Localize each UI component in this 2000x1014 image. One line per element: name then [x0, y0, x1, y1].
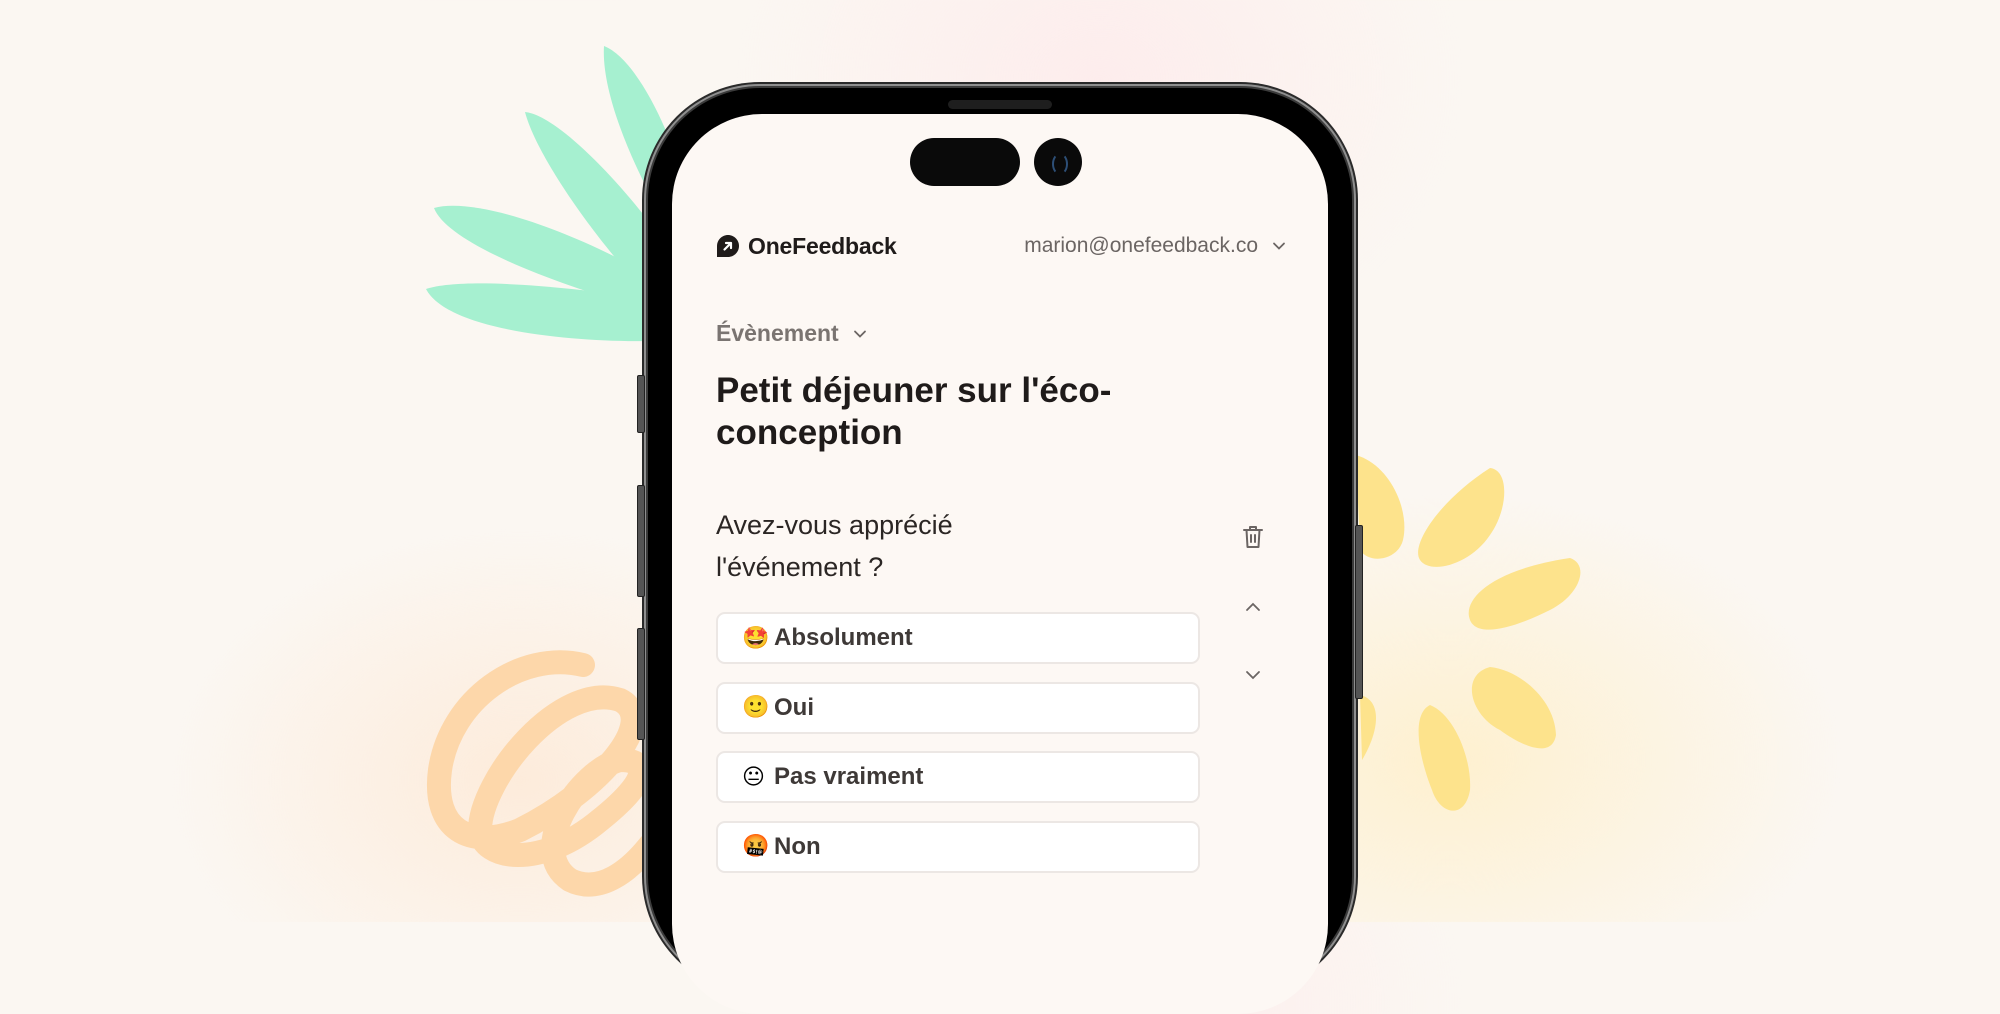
phone-frame: OneFeedback marion@onefeedback.co Évènem…: [637, 88, 1363, 1014]
move-down-button[interactable]: [1238, 660, 1268, 690]
delete-question-button[interactable]: [1238, 522, 1268, 552]
account-email: marion@onefeedback.co: [1024, 234, 1258, 257]
smiling-emoji-icon: 🙂: [742, 695, 770, 720]
option-absolument[interactable]: 🤩 Absolument: [716, 612, 1200, 664]
phone-speaker: [948, 100, 1052, 109]
brand-name: OneFeedback: [748, 232, 897, 259]
scribble-decoration: [426, 650, 662, 897]
category-label: Évènement: [716, 320, 839, 346]
option-oui[interactable]: 🙂 Oui: [716, 681, 1200, 734]
arrow-up-right-bubble-icon: [717, 235, 739, 257]
option-label: Absolument: [774, 624, 913, 651]
star-struck-emoji-icon: 🤩: [742, 625, 770, 651]
option-label: Non: [774, 832, 821, 860]
chevron-up-icon: [1246, 602, 1260, 611]
sun-decoration: [1356, 455, 1581, 811]
trash-icon: [1243, 526, 1263, 548]
chevron-down-icon: [1273, 242, 1285, 250]
question-text[interactable]: Avez-vous apprécié l'événement ?: [716, 504, 1036, 588]
phone-power-button: [1355, 525, 1363, 699]
dynamic-island: [910, 138, 1020, 186]
account-menu[interactable]: marion@onefeedback.co: [1024, 234, 1286, 258]
option-non[interactable]: 🤬 Non: [716, 820, 1200, 873]
phone-screen: OneFeedback marion@onefeedback.co Évènem…: [672, 114, 1328, 1014]
angry-emoji-icon: 🤬: [742, 834, 770, 859]
answer-options: 🤩 Absolument 🙂 Oui 😐 Pas vraiment 🤬 Non: [716, 612, 1200, 890]
phone-action-button: [637, 375, 645, 433]
app-header: OneFeedback marion@onefeedback.co: [716, 228, 1286, 264]
chevron-down-icon: [1246, 671, 1260, 680]
neutral-emoji-icon: 😐: [742, 764, 765, 790]
category-selector[interactable]: Évènement: [716, 320, 867, 347]
option-pas-vraiment[interactable]: 😐 Pas vraiment: [716, 751, 1200, 803]
front-camera: [1034, 138, 1082, 186]
option-label: Oui: [774, 693, 814, 721]
brand[interactable]: OneFeedback: [716, 233, 897, 260]
chevron-down-icon: [853, 330, 866, 338]
form-title: Petit déjeuner sur l'éco-conception: [716, 371, 1112, 452]
phone-volume-down-button: [637, 628, 645, 740]
move-up-button[interactable]: [1238, 592, 1268, 622]
phone-volume-up-button: [637, 485, 645, 597]
option-label: Pas vraiment: [774, 763, 924, 790]
